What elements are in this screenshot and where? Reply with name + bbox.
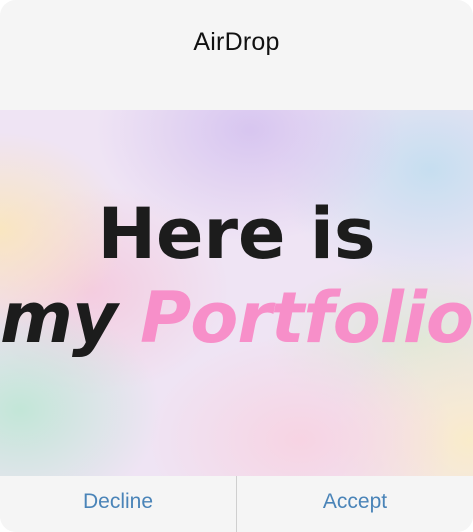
preview-word-my: my — [0, 277, 118, 359]
airdrop-dialog: AirDrop Here is my Portfolio Decline Acc… — [0, 0, 473, 532]
accept-button[interactable]: Accept — [237, 476, 473, 532]
shared-image-preview: Here is my Portfolio — [0, 110, 473, 476]
preview-headline-line2: my Portfolio — [0, 278, 473, 358]
dialog-header: AirDrop — [0, 0, 473, 110]
decline-button[interactable]: Decline — [0, 476, 236, 532]
dialog-action-bar: Decline Accept — [0, 476, 473, 532]
preview-word-portfolio: Portfolio — [139, 277, 473, 359]
preview-headline-line1: Here is — [97, 193, 376, 275]
dialog-title: AirDrop — [193, 28, 280, 56]
